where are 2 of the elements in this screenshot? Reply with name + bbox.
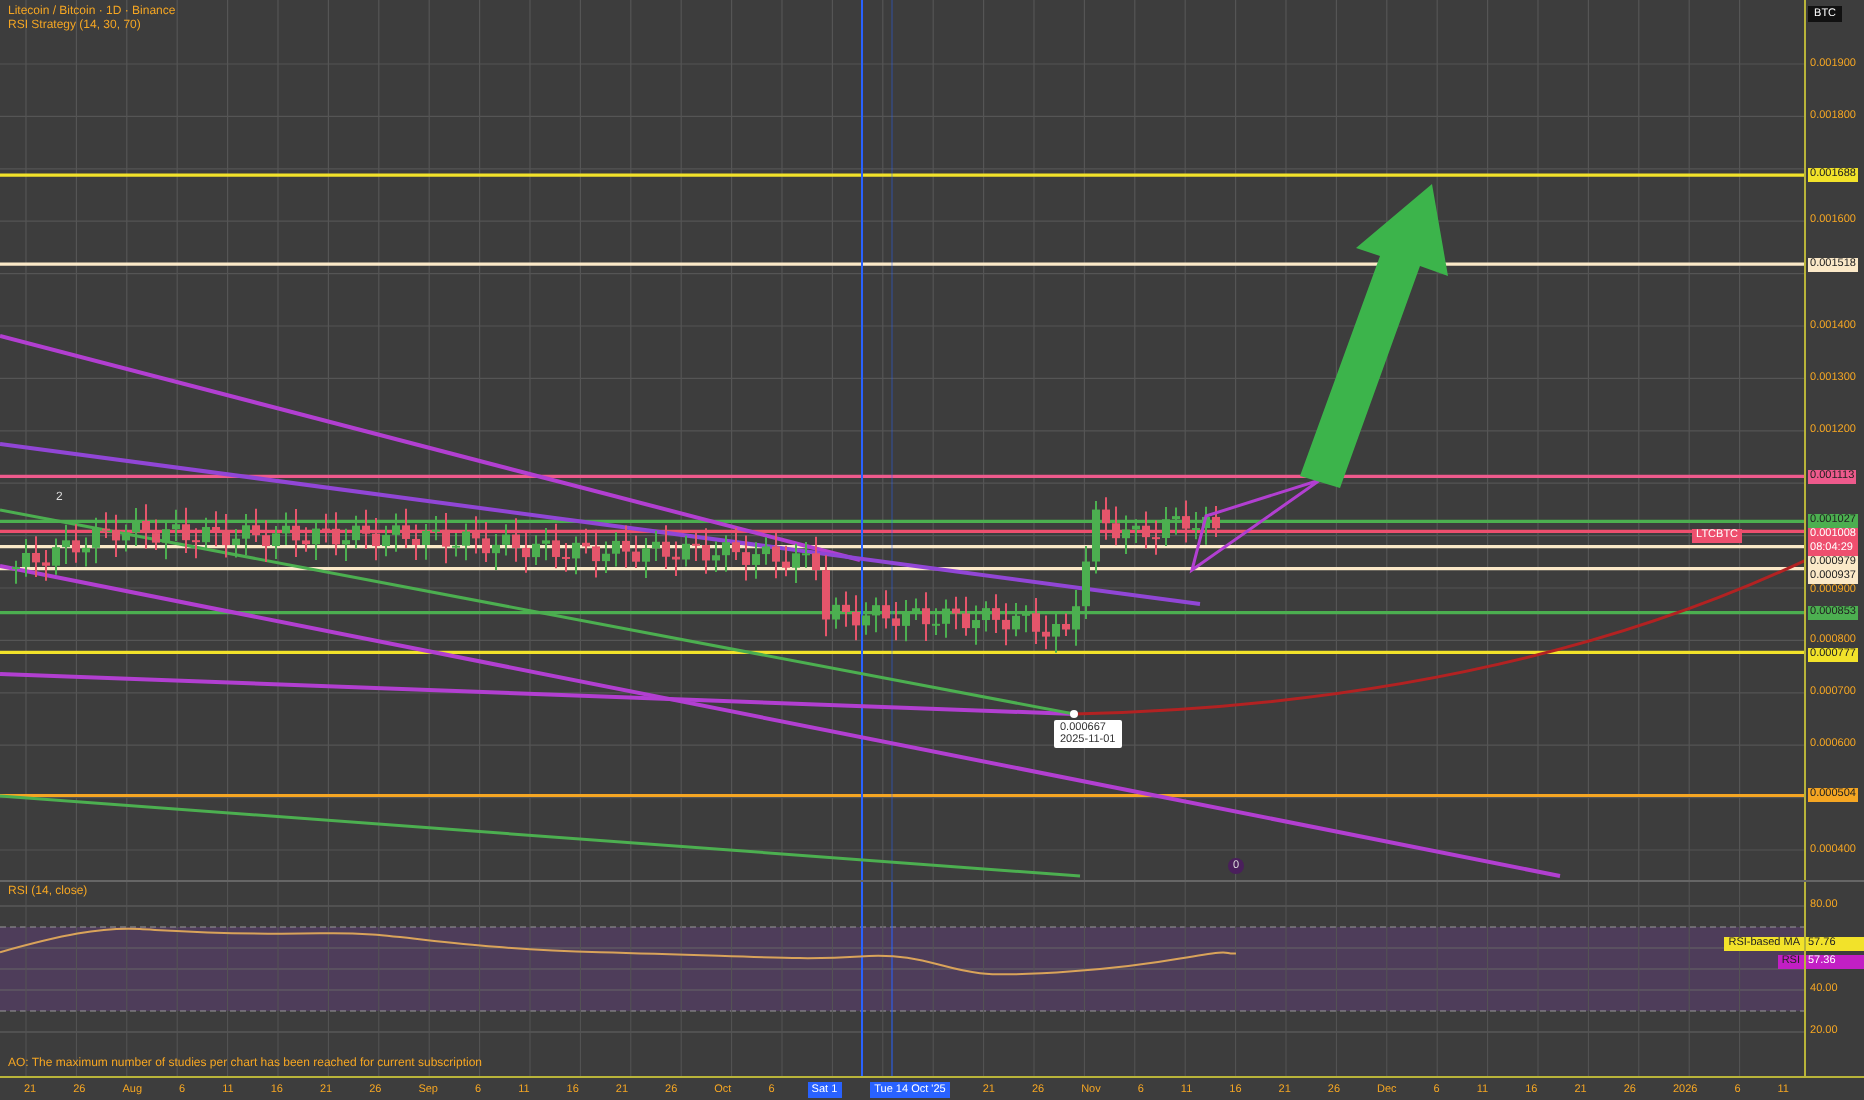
triangle-drawing <box>1189 478 1322 574</box>
point-dot <box>1070 710 1078 718</box>
